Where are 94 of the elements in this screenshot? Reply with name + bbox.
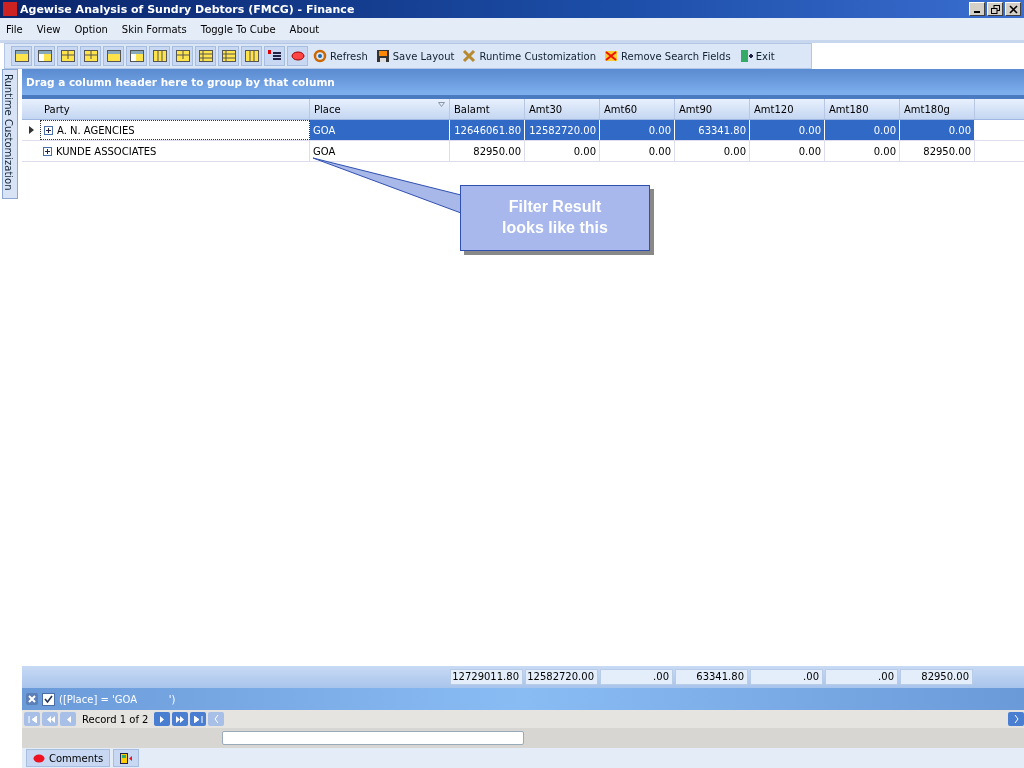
layout-icon[interactable] [149, 46, 170, 66]
table-cell: 0.00 [648, 124, 671, 136]
column-header[interactable]: Place [310, 99, 450, 119]
layout-icon[interactable] [57, 46, 78, 66]
layout-icon[interactable] [287, 46, 308, 66]
layout-icon[interactable] [264, 46, 285, 66]
column-header[interactable]: Amt30 [525, 99, 600, 119]
layout-icon[interactable] [195, 46, 216, 66]
table-cell: 0.00 [798, 124, 821, 136]
last-icon [193, 715, 203, 723]
table-cell: GOA [313, 145, 336, 157]
layout-icon[interactable] [34, 46, 55, 66]
column-header[interactable]: Amt180 [825, 99, 900, 119]
right-triangle-icon [159, 715, 165, 723]
column-header[interactable]: Amt60 [600, 99, 675, 119]
remove-fields-icon [604, 49, 619, 63]
close-icon [1008, 4, 1018, 14]
table-cell: 63341.80 [698, 124, 746, 136]
column-header[interactable]: Balamt [450, 99, 525, 119]
table-cell: 0.00 [873, 124, 896, 136]
column-total: 12582720.00 [525, 669, 598, 685]
table-cell: KUNDE ASSOCIATES [56, 145, 157, 157]
column-total: .00 [750, 669, 823, 685]
menu-item[interactable]: Toggle To Cube [200, 23, 276, 35]
column-header[interactable]: Amt120 [750, 99, 825, 119]
table-cell: 0.00 [948, 124, 971, 136]
table-cell: 0.00 [648, 145, 671, 157]
panel-icon [120, 752, 133, 764]
menu-item[interactable]: Skin Formats [121, 23, 187, 35]
filter-checkbox[interactable] [42, 692, 55, 706]
group-panel-hint: Drag a column header here to group by that column [26, 76, 335, 88]
comments-tab[interactable]: Comments [26, 749, 111, 767]
table-cell: 12582720.00 [529, 124, 596, 136]
layout-icon[interactable] [11, 46, 32, 66]
column-total: 82950.00 [900, 669, 973, 685]
app-icon [3, 2, 17, 16]
expand-icon[interactable] [44, 125, 53, 135]
double-left-icon [45, 715, 55, 723]
exit-door-icon [738, 49, 753, 63]
palette-tab[interactable] [113, 749, 140, 767]
column-header[interactable]: Amt90 [675, 99, 750, 119]
record-counter: Record 1 of 2 [82, 713, 149, 725]
menu-item[interactable]: Option [74, 23, 108, 35]
table-cell: GOA [313, 124, 336, 136]
remove-fields-button[interactable]: Remove Search Fields [601, 46, 734, 66]
tools-icon [462, 49, 477, 63]
window-title: Agewise Analysis of Sundry Debtors (FMCG) - Finance [20, 2, 356, 16]
layout-icon[interactable] [241, 46, 262, 66]
column-total: .00 [600, 669, 673, 685]
table-cell: 0.00 [798, 145, 821, 157]
table-cell: 82950.00 [473, 145, 521, 157]
menu-item[interactable]: File [6, 23, 23, 35]
customization-button[interactable]: Runtime Customization [459, 46, 600, 66]
horizontal-scrollbar[interactable] [222, 731, 524, 745]
layout-icon[interactable] [172, 46, 193, 66]
layout-icon[interactable] [218, 46, 239, 66]
save-layout-button[interactable]: Save Layout [372, 46, 458, 66]
table-cell: A. N. AGENCIES [57, 124, 135, 136]
table-cell: 0.00 [723, 145, 746, 157]
chevron-left-icon [213, 715, 219, 723]
restore-icon [990, 4, 1000, 14]
restore-button[interactable] [987, 2, 1003, 16]
double-right-icon [175, 715, 185, 723]
scroll-right-button[interactable] [1008, 712, 1024, 726]
next-record-button[interactable] [154, 712, 171, 726]
current-row-icon [28, 126, 34, 134]
expand-icon[interactable] [43, 146, 52, 156]
clear-filter-button[interactable] [26, 693, 38, 705]
last-record-button[interactable] [190, 712, 207, 726]
column-header[interactable]: Party [40, 99, 310, 119]
column-total: .00 [825, 669, 898, 685]
speech-bubble-icon [33, 753, 45, 763]
table-cell: 12646061.80 [454, 124, 521, 136]
next-page-button[interactable] [172, 712, 189, 726]
menu-item[interactable]: About [289, 23, 320, 35]
close-button[interactable] [1005, 2, 1021, 16]
column-total: 12729011.80 [450, 669, 523, 685]
left-triangle-icon [65, 715, 71, 723]
refresh-icon [313, 49, 327, 63]
first-icon [27, 715, 37, 723]
chevron-right-icon [1013, 715, 1019, 723]
menu-item[interactable]: View [36, 23, 61, 35]
table-cell: 82950.00 [923, 145, 971, 157]
side-tab[interactable]: Runtime Customization [2, 69, 18, 199]
minimize-button[interactable] [969, 2, 985, 16]
refresh-button[interactable]: Refresh [310, 46, 371, 66]
column-header[interactable]: Amt180g [900, 99, 975, 119]
layout-icon[interactable] [103, 46, 124, 66]
column-total: 63341.80 [675, 669, 748, 685]
layout-icon[interactable] [80, 46, 101, 66]
table-cell: 0.00 [573, 145, 596, 157]
table-cell: 0.00 [873, 145, 896, 157]
exit-button[interactable]: Exit [735, 46, 778, 66]
layout-icon[interactable] [126, 46, 147, 66]
